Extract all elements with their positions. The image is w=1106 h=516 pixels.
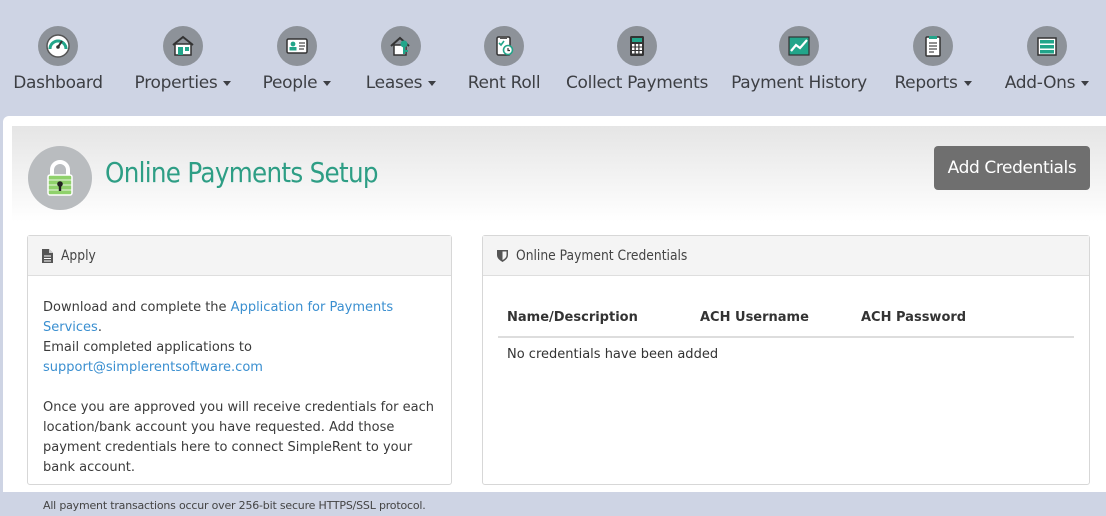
apply-body: Download and complete the Application fo…	[43, 298, 443, 516]
house-icon	[163, 26, 203, 66]
nav-reports[interactable]: Reports	[894, 26, 972, 106]
caret-down-icon	[323, 80, 332, 86]
email-text: Email completed applications to	[43, 340, 252, 355]
empty-message: No credentials have been added	[507, 347, 719, 362]
id-card-icon	[277, 26, 317, 66]
nav-label: Properties	[134, 73, 218, 93]
shield-icon	[497, 250, 508, 262]
nav-payment-history[interactable]: Payment History	[731, 26, 867, 106]
credentials-panel-heading: Online Payment Credentials	[483, 236, 1089, 276]
cabinet-icon	[1027, 26, 1067, 66]
caret-down-icon	[963, 80, 972, 86]
nav-collect-payments[interactable]: Collect Payments	[566, 26, 708, 106]
chart-icon	[779, 26, 819, 66]
nav-rent-roll[interactable]: Rent Roll	[467, 26, 541, 106]
credentials-table: Name/Description ACH Username ACH Passwo…	[498, 308, 1074, 371]
credentials-heading-label: Online Payment Credentials	[516, 247, 688, 264]
apply-panel: Apply Download and complete the Applicat…	[27, 235, 452, 512]
nav-label: Rent Roll	[467, 73, 541, 93]
page-header: Online Payments Setup Add Credentials	[12, 126, 1106, 222]
download-line: Download and complete the Application fo…	[43, 298, 443, 338]
download-text: Download and complete the	[43, 300, 231, 315]
nav-leases[interactable]: Leases	[365, 26, 437, 106]
calculator-icon	[617, 26, 657, 66]
apply-panel-heading: Apply	[28, 236, 451, 276]
column-header-name: Name/Description	[507, 310, 638, 325]
column-header-username: ACH Username	[700, 310, 809, 325]
caret-down-icon	[223, 80, 232, 86]
document-icon	[42, 248, 53, 263]
caret-down-icon	[1081, 80, 1090, 86]
house-key-icon	[381, 26, 421, 66]
credentials-panel: Online Payment Credentials Name/Descript…	[482, 235, 1090, 485]
clipboard-clock-icon	[484, 26, 524, 66]
main-nav: Dashboard Properties People Leases Rent …	[0, 0, 1106, 116]
nav-properties[interactable]: Properties	[134, 26, 232, 106]
nav-label: Dashboard	[13, 73, 103, 93]
report-icon	[913, 26, 953, 66]
support-email-link[interactable]: support@simplerentsoftware.com	[43, 360, 263, 375]
nav-people[interactable]: People	[262, 26, 332, 106]
nav-dashboard[interactable]: Dashboard	[13, 26, 103, 106]
nav-label: Add-Ons	[1004, 73, 1076, 93]
nav-label: Collect Payments	[565, 73, 709, 93]
table-header: Name/Description ACH Username ACH Passwo…	[498, 308, 1074, 338]
email-line: Email completed applications to support@…	[43, 338, 443, 378]
apply-heading-label: Apply	[61, 247, 96, 264]
nav-add-ons[interactable]: Add-Ons	[1004, 26, 1090, 106]
content-area: Online Payments Setup Add Credentials Ap…	[3, 116, 1106, 512]
nav-label: Payment History	[731, 73, 867, 93]
speedometer-icon	[38, 26, 78, 66]
nav-label: People	[262, 73, 318, 93]
approval-text: Once you are approved you will receive c…	[43, 400, 434, 475]
period-text: .	[97, 320, 102, 335]
nav-label: Leases	[365, 73, 423, 93]
add-credentials-button[interactable]: Add Credentials	[934, 146, 1090, 190]
nav-label: Reports	[894, 73, 958, 93]
lock-icon	[28, 146, 92, 210]
caret-down-icon	[428, 80, 437, 86]
page-title: Online Payments Setup	[105, 156, 379, 189]
security-note: All payment transactions occur over 256-…	[43, 499, 426, 512]
column-header-password: ACH Password	[861, 310, 967, 325]
